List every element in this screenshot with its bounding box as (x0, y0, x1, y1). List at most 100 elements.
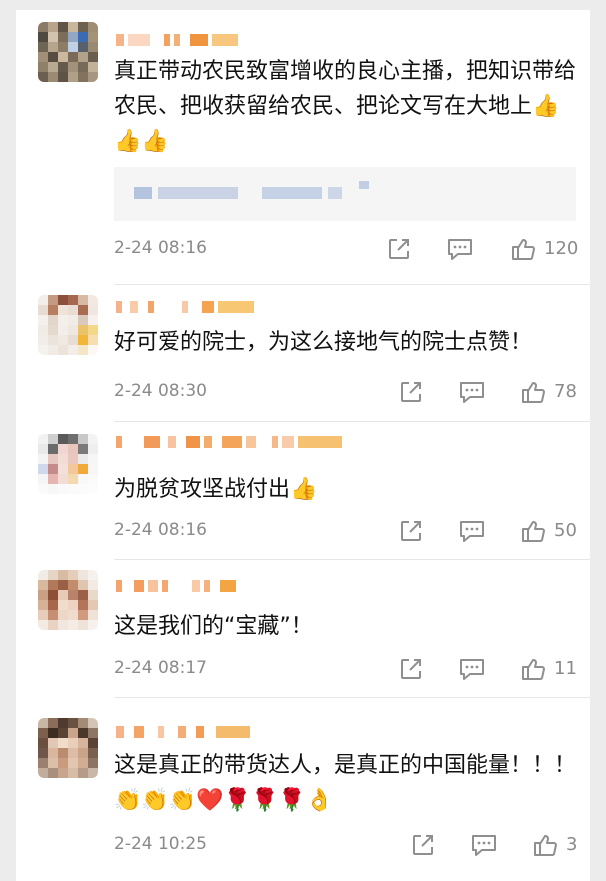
repost-icon[interactable] (386, 236, 414, 262)
avatar-pixel (88, 610, 98, 620)
avatar[interactable] (38, 22, 98, 82)
avatar-pixel (38, 434, 48, 444)
avatar-pixel (58, 32, 68, 42)
repost-icon[interactable] (398, 518, 426, 544)
avatar-pixel (88, 62, 98, 72)
avatar-pixel (78, 42, 88, 52)
avatar[interactable] (38, 570, 98, 630)
avatar-pixel (88, 32, 98, 42)
avatar-pixel (68, 32, 78, 42)
avatar-pixel (78, 345, 88, 355)
comment-meta: 2-24 08:17 11 (114, 656, 577, 682)
avatar-pixel (48, 305, 58, 315)
avatar-pixel (88, 72, 98, 82)
thumbs-up-icon[interactable] (520, 656, 548, 682)
repost-icon[interactable] (398, 656, 426, 682)
quoted-reply[interactable] (114, 167, 576, 221)
avatar-pixel (68, 434, 78, 444)
avatar-pixel (38, 52, 48, 62)
avatar-pixel (68, 454, 78, 464)
avatar-pixel (58, 345, 68, 355)
avatar-pixel (58, 464, 68, 474)
avatar-pixel (68, 484, 78, 494)
avatar-pixel (38, 580, 48, 590)
avatar-pixel (38, 315, 48, 325)
avatar-pixel (78, 610, 88, 620)
avatar-pixel (58, 62, 68, 72)
avatar-pixel (88, 728, 98, 738)
username[interactable] (116, 434, 342, 450)
like-count: 50 (554, 520, 577, 541)
comment-icon[interactable] (458, 379, 486, 405)
thumbs-up-icon[interactable] (510, 236, 538, 262)
avatar-pixel (48, 62, 58, 72)
avatar-pixel (48, 345, 58, 355)
avatar-pixel (88, 295, 98, 305)
avatar-pixel (68, 52, 78, 62)
comment-text: 好可爱的院士，为这么接地气的院士点赞！ (114, 330, 533, 355)
username[interactable] (116, 578, 236, 594)
avatar-pixel (78, 728, 88, 738)
avatar-pixel (58, 590, 68, 600)
avatar-pixel (68, 72, 78, 82)
comment-icon[interactable] (458, 518, 486, 544)
avatar-pixel (88, 600, 98, 610)
avatar-pixel (58, 454, 68, 464)
repost-icon[interactable] (398, 379, 426, 405)
like-count: 3 (566, 834, 578, 855)
avatar-pixel (68, 335, 78, 345)
avatar-pixel (38, 600, 48, 610)
timestamp: 2-24 10:25 (114, 834, 207, 854)
avatar-pixel (38, 484, 48, 494)
avatar-pixel (38, 570, 48, 580)
avatar-pixel (38, 72, 48, 82)
avatar-pixel (38, 590, 48, 600)
avatar-pixel (38, 305, 48, 315)
thumbs-up-icon[interactable] (520, 518, 548, 544)
avatar-pixel (58, 444, 68, 454)
avatar-pixel (48, 570, 58, 580)
thumbs-up-icon[interactable] (520, 379, 548, 405)
avatar-pixel (78, 305, 88, 315)
comment-icon[interactable] (446, 236, 474, 262)
avatar-pixel (78, 295, 88, 305)
avatar-pixel (78, 22, 88, 32)
username[interactable] (116, 299, 254, 315)
avatar-pixel (88, 758, 98, 768)
avatar-pixel (88, 22, 98, 32)
avatar-pixel (78, 434, 88, 444)
avatar-pixel (48, 718, 58, 728)
comment-icon[interactable] (470, 832, 498, 858)
avatar-pixel (78, 738, 88, 748)
avatar-pixel (58, 748, 68, 758)
avatar-pixel (48, 580, 58, 590)
comment-meta: 2-24 10:25 3 (114, 832, 578, 858)
avatar-pixel (38, 335, 48, 345)
avatar-pixel (78, 315, 88, 325)
avatar[interactable] (38, 718, 98, 778)
avatar-pixel (88, 570, 98, 580)
comment-text: 真正带动农民致富增收的良心主播，把知识带给农民、把收获留给农民、把论文写在大地上… (114, 59, 577, 154)
avatar-pixel (58, 325, 68, 335)
avatar-pixel (68, 590, 78, 600)
avatar-pixel (88, 738, 98, 748)
username[interactable] (116, 724, 250, 740)
avatar-pixel (88, 768, 98, 778)
avatar-pixel (88, 464, 98, 474)
avatar-pixel (38, 62, 48, 72)
avatar-pixel (68, 345, 78, 355)
repost-icon[interactable] (410, 832, 438, 858)
thumbs-up-icon[interactable] (532, 832, 560, 858)
avatar-pixel (48, 474, 58, 484)
avatar[interactable] (38, 295, 98, 355)
avatar[interactable] (38, 434, 98, 494)
comment-text: 这是真正的带货达人，是真正的中国能量！！！👏👏👏❤️🌹🌹🌹👌 (114, 753, 577, 813)
username[interactable] (116, 32, 238, 48)
comment-text: 为脱贫攻坚战付出👍 (114, 477, 318, 502)
avatar-pixel (58, 610, 68, 620)
avatar-pixel (38, 295, 48, 305)
avatar-pixel (38, 748, 48, 758)
comment-icon[interactable] (458, 656, 486, 682)
avatar-pixel (68, 738, 78, 748)
avatar-pixel (68, 748, 78, 758)
